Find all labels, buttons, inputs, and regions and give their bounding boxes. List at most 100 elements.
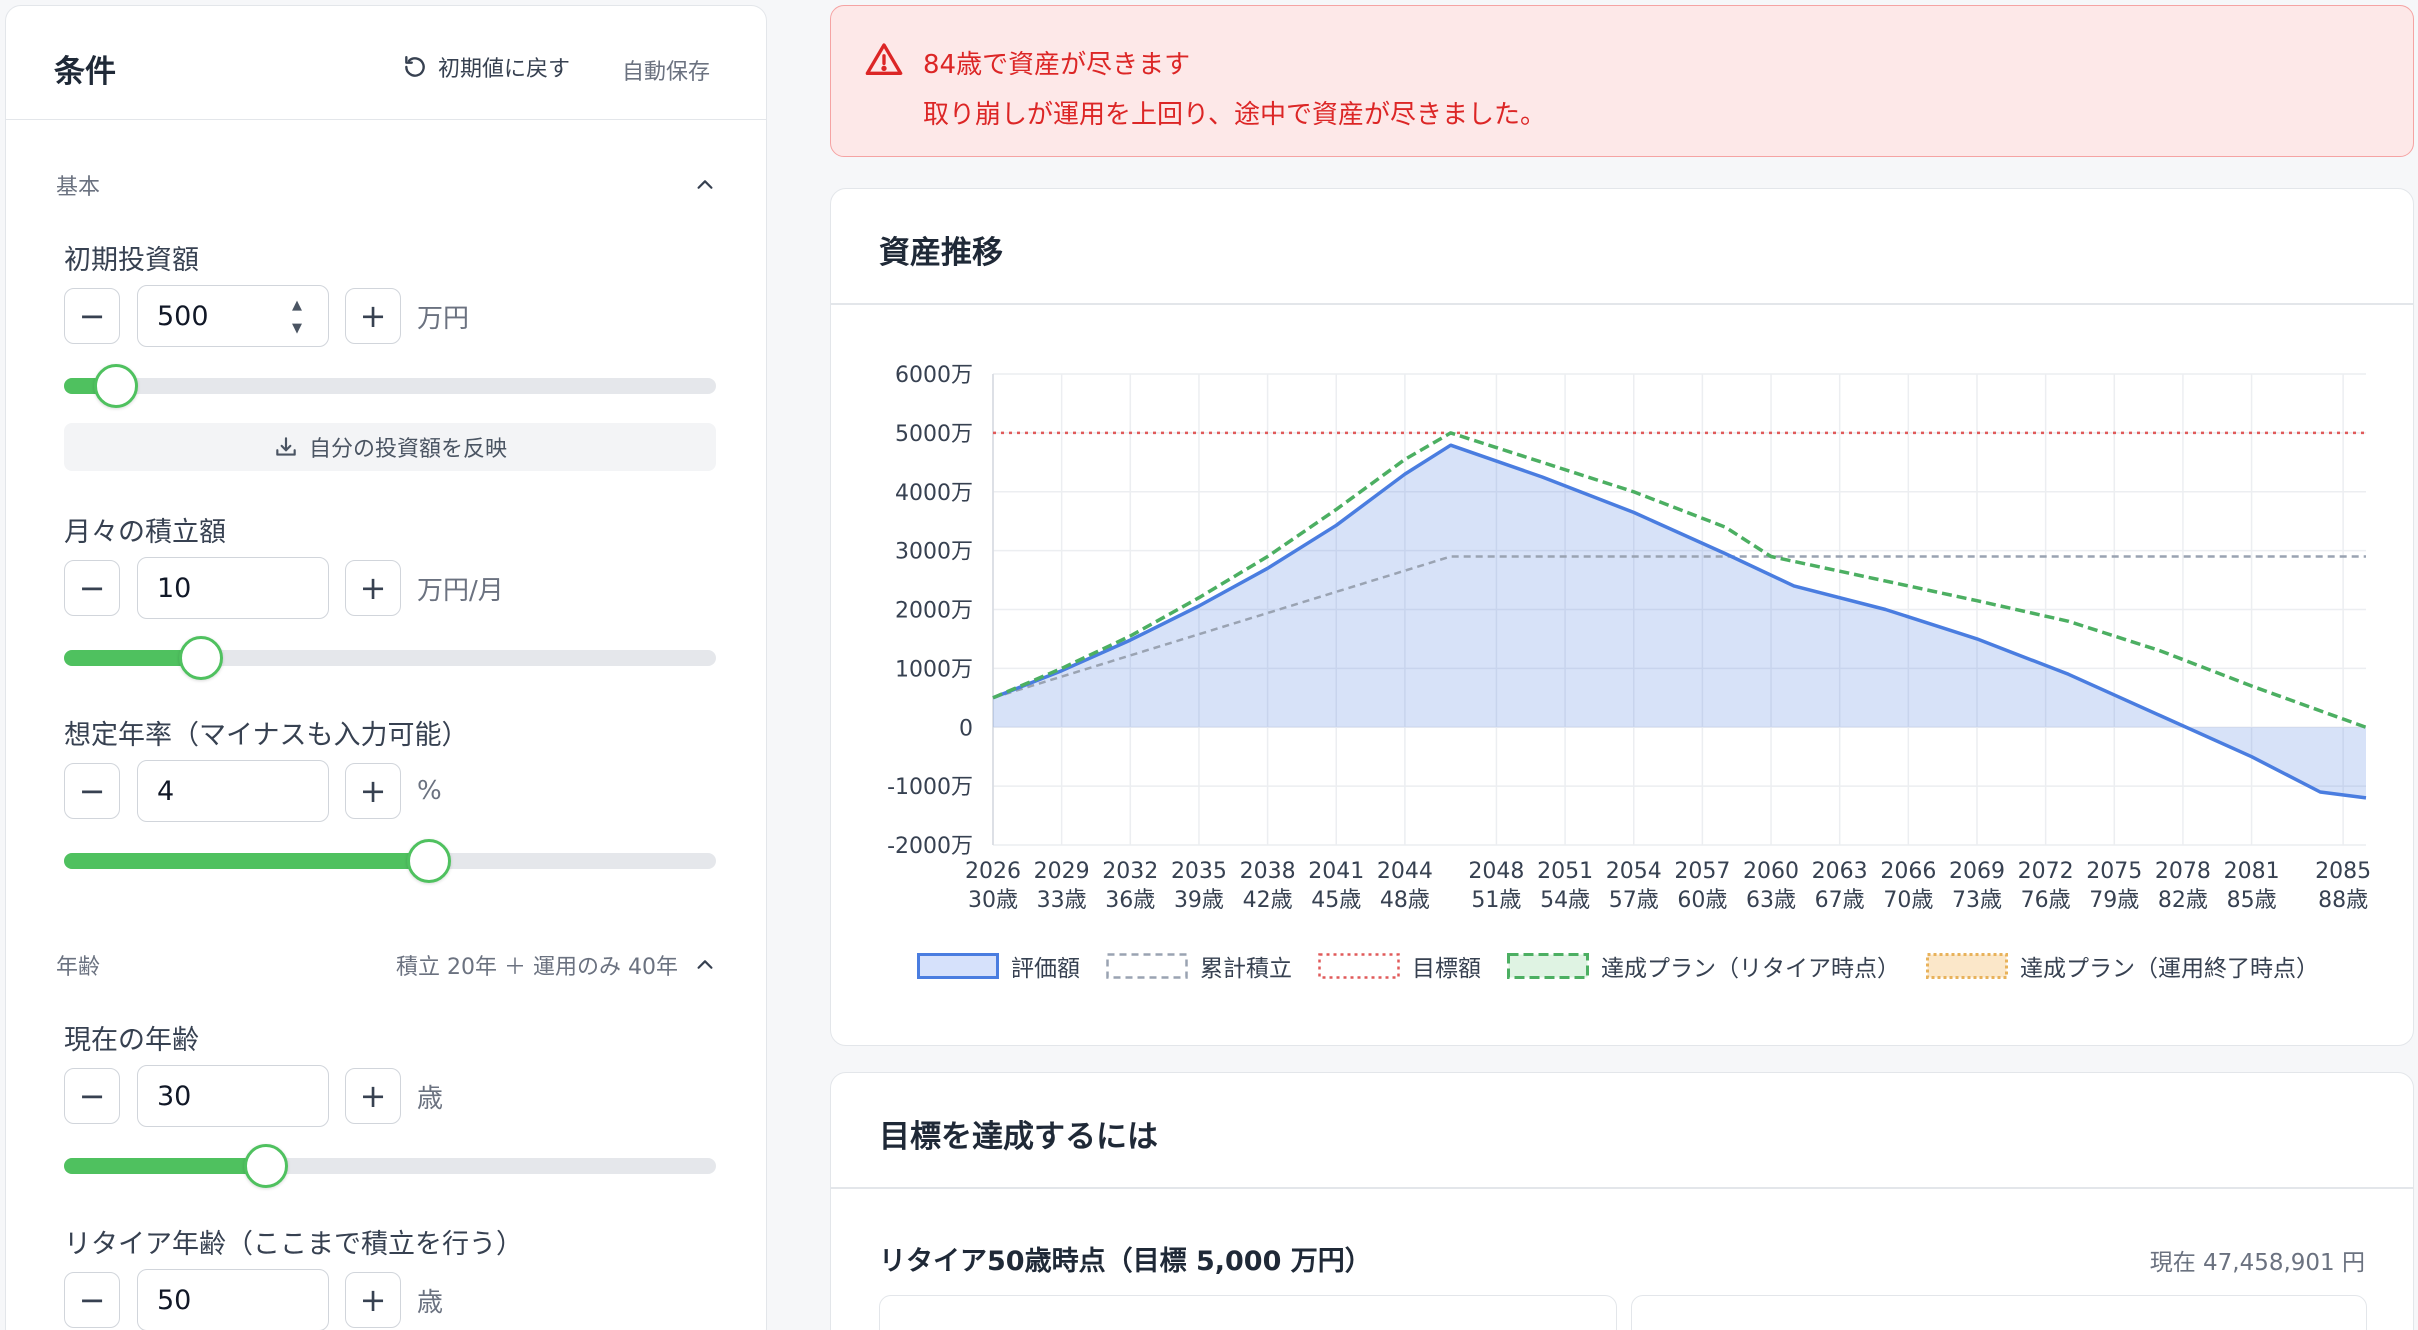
- initial-value: 500: [157, 300, 209, 332]
- reflect-label: 自分の投資額を反映: [308, 437, 507, 462]
- legend-swatch-plan-end: [1926, 953, 2008, 979]
- x-tick-age: 42歳: [1243, 888, 1293, 913]
- x-tick-year: 2072: [2018, 859, 2074, 884]
- initial-slider-thumb[interactable]: [94, 364, 139, 408]
- current-age-decrement-button[interactable]: −: [64, 1068, 120, 1124]
- y-tick-label: -1000万: [887, 775, 973, 800]
- chart-legend: 評価額 累計積立 目標額 達成プラン（リタイア時点） 達成プラン（運用終了時点）: [917, 949, 2345, 983]
- spin-icon[interactable]: ▲ ▼: [286, 298, 308, 336]
- rate-slider-thumb[interactable]: [407, 839, 452, 883]
- monthly-stepper: − 10 + 万円/月: [64, 557, 504, 619]
- chevron-up-icon: [697, 960, 713, 969]
- monthly-input[interactable]: 10: [137, 557, 329, 619]
- x-tick-year: 2069: [1949, 859, 2005, 884]
- x-tick-age: 82歳: [2158, 888, 2208, 913]
- legend-valuation[interactable]: 評価額: [917, 949, 1080, 983]
- legend-swatch-target: [1318, 953, 1400, 979]
- current-age-stepper: − 30 + 歳: [64, 1065, 443, 1127]
- x-tick-age: 33歳: [1037, 888, 1087, 913]
- current-age-increment-button[interactable]: +: [345, 1068, 401, 1124]
- rate-increment-button[interactable]: +: [345, 763, 401, 819]
- current-age-slider-thumb[interactable]: [244, 1144, 289, 1188]
- x-tick-year: 2054: [1606, 859, 1662, 884]
- retire-age-stepper: − 50 + 歳: [64, 1269, 443, 1330]
- conditions-header: 条件 初期値に戻す 自動保存: [6, 6, 766, 120]
- conditions-title: 条件: [54, 54, 116, 90]
- x-tick-year: 2051: [1537, 859, 1593, 884]
- depletion-alert: 84歳で資産が尽きます 取り崩しが運用を上回り、途中で資産が尽きました。: [830, 5, 2414, 157]
- current-age-label: 現在の年齢: [64, 1025, 199, 1056]
- legend-plan-retire[interactable]: 達成プラン（リタイア時点）: [1507, 949, 1900, 983]
- monthly-slider[interactable]: [64, 636, 716, 680]
- x-tick-age: 36歳: [1105, 888, 1155, 913]
- y-tick-label: 1000万: [895, 657, 973, 682]
- x-tick-year: 2032: [1102, 859, 1158, 884]
- conditions-panel: 条件 初期値に戻す 自動保存 基本 初期投資額 − 500 ▲ ▼ + 万円 自分…: [5, 5, 767, 1330]
- x-tick-year: 2026: [965, 859, 1021, 884]
- x-tick-year: 2029: [1034, 859, 1090, 884]
- asset-chart-card: 資産推移 6000万 5000万 4000万 3000万 2000万 1000万 0 -100…: [830, 188, 2414, 1046]
- rate-input[interactable]: 4: [137, 760, 329, 822]
- x-tick-year: 2035: [1171, 859, 1227, 884]
- legend-swatch-cumulative: [1106, 953, 1188, 979]
- x-tick-year: 2048: [1468, 859, 1524, 884]
- retire-age-unit: 歳: [417, 1287, 444, 1318]
- x-tick-year: 2075: [2086, 859, 2142, 884]
- initial-label: 初期投資額: [64, 245, 199, 276]
- monthly-slider-thumb[interactable]: [178, 636, 223, 680]
- goal-current-value: 現在 47,458,901 円: [2149, 1250, 2365, 1276]
- initial-stepper: − 500 ▲ ▼ + 万円: [64, 285, 469, 347]
- monthly-decrement-button[interactable]: −: [64, 560, 120, 616]
- x-tick-year: 2066: [1880, 859, 1936, 884]
- rate-stepper: − 4 + %: [64, 760, 442, 822]
- section-age-label: 年齢: [56, 955, 101, 980]
- initial-decrement-button[interactable]: −: [64, 288, 120, 344]
- legend-target[interactable]: 目標額: [1318, 949, 1481, 983]
- legend-label: 達成プラン（リタイア時点）: [1601, 956, 1900, 982]
- age-summary: 積立 20年 ＋ 運用のみ 40年: [396, 955, 678, 980]
- current-age-slider-fill: [64, 1158, 267, 1174]
- rate-decrement-button[interactable]: −: [64, 763, 120, 819]
- current-age-slider[interactable]: [64, 1144, 716, 1188]
- reflect-investment-button[interactable]: 自分の投資額を反映: [64, 423, 716, 471]
- alert-body: 取り崩しが運用を上回り、途中で資産が尽きました。: [923, 100, 1546, 130]
- x-tick-age: 63歳: [1746, 888, 1796, 913]
- current-age-input[interactable]: 30: [137, 1065, 329, 1127]
- retire-age-decrement-button[interactable]: −: [64, 1272, 120, 1328]
- legend-plan-end[interactable]: 達成プラン（運用終了時点）: [1926, 949, 2319, 983]
- x-tick-year: 2041: [1308, 859, 1364, 884]
- section-basic[interactable]: 基本: [56, 168, 716, 202]
- retire-age-increment-button[interactable]: +: [345, 1272, 401, 1328]
- section-basic-label: 基本: [56, 175, 101, 200]
- legend-swatch-valuation: [917, 953, 999, 979]
- monthly-increment-button[interactable]: +: [345, 560, 401, 616]
- y-tick-label: 3000万: [895, 540, 973, 565]
- retire-age-value: 50: [157, 1284, 192, 1316]
- x-tick-year: 2078: [2155, 859, 2211, 884]
- y-tick-label: 5000万: [895, 422, 973, 447]
- initial-increment-button[interactable]: +: [345, 288, 401, 344]
- monthly-label: 月々の積立額: [64, 517, 226, 548]
- goal-option-card[interactable]: [879, 1295, 1617, 1330]
- x-tick-age: 76歳: [2021, 888, 2071, 913]
- reset-button[interactable]: 初期値に戻す: [402, 50, 570, 84]
- y-tick-label: 6000万: [895, 363, 973, 388]
- x-tick-year: 2081: [2224, 859, 2280, 884]
- initial-input[interactable]: 500 ▲ ▼: [137, 285, 329, 347]
- retire-age-input[interactable]: 50: [137, 1269, 329, 1330]
- goal-card: 目標を達成するには リタイア50歳時点（目標 5,000 万円） 現在 47,4…: [830, 1072, 2414, 1330]
- initial-slider[interactable]: [64, 364, 716, 408]
- rate-slider[interactable]: [64, 839, 716, 883]
- x-tick-age: 85歳: [2227, 888, 2277, 913]
- rate-slider-fill: [64, 853, 430, 869]
- x-tick-age: 67歳: [1815, 888, 1865, 913]
- monthly-unit: 万円/月: [417, 575, 504, 606]
- legend-cumulative[interactable]: 累計積立: [1106, 949, 1292, 983]
- x-tick-age: 88歳: [2318, 888, 2368, 913]
- chevron-up-icon: [697, 180, 713, 189]
- goal-option-card[interactable]: [1631, 1295, 2367, 1330]
- section-age[interactable]: 年齢 積立 20年 ＋ 運用のみ 40年: [56, 948, 716, 982]
- x-tick-age: 51歳: [1471, 888, 1521, 913]
- x-tick-age: 54歳: [1540, 888, 1590, 913]
- legend-label: 目標額: [1412, 956, 1481, 982]
